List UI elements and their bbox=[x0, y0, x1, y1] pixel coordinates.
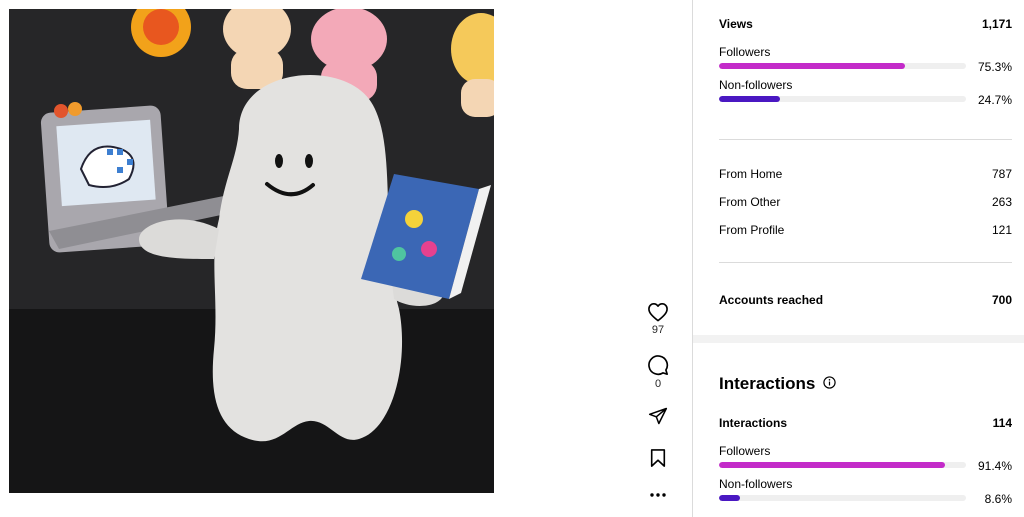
comment-button[interactable]: 0 bbox=[638, 354, 678, 390]
baby-sticker-1 bbox=[223, 9, 291, 89]
heart-icon bbox=[648, 303, 668, 322]
save-button[interactable] bbox=[638, 448, 678, 468]
insights-panel: Views 1,171 Followers 75.3% Non-follower… bbox=[693, 0, 1024, 517]
share-button[interactable] bbox=[638, 406, 678, 426]
views-nonfollowers-pct: 24.7% bbox=[977, 93, 1012, 107]
views-followers-bar bbox=[719, 63, 905, 69]
source-label: From Home bbox=[719, 167, 783, 181]
interactions-value: 114 bbox=[992, 416, 1012, 430]
source-row: From Home 787 bbox=[719, 167, 1012, 181]
info-icon[interactable] bbox=[823, 374, 837, 394]
interactions-followers-track bbox=[719, 462, 966, 468]
comment-icon bbox=[648, 355, 669, 376]
views-nonfollowers-bar bbox=[719, 96, 780, 102]
interactions-section-title: Interactions bbox=[719, 374, 837, 394]
source-label: From Profile bbox=[719, 223, 785, 237]
source-value: 263 bbox=[991, 195, 1012, 209]
interactions-followers-label: Followers bbox=[719, 444, 771, 458]
bookmark-icon bbox=[650, 449, 666, 467]
interactions-nonfollowers-pct: 8.6% bbox=[984, 492, 1012, 506]
views-label: Views bbox=[719, 17, 753, 31]
source-value: 121 bbox=[991, 223, 1012, 237]
views-followers-label: Followers bbox=[719, 45, 771, 59]
accounts-reached-label: Accounts reached bbox=[719, 293, 824, 307]
divider-1 bbox=[719, 139, 1012, 140]
like-button[interactable]: 97 bbox=[638, 302, 678, 336]
views-followers-track bbox=[719, 63, 966, 69]
comment-count: 0 bbox=[654, 378, 662, 390]
interactions-followers-bar bbox=[719, 462, 945, 468]
post-photo[interactable] bbox=[9, 9, 494, 493]
accounts-reached-value: 700 bbox=[991, 293, 1012, 307]
ghost-figurine-illustration bbox=[9, 9, 494, 493]
views-nonfollowers-label: Non-followers bbox=[719, 78, 793, 92]
interactions-nonfollowers-track bbox=[719, 495, 966, 501]
views-nonfollowers-track bbox=[719, 96, 966, 102]
more-options-button[interactable] bbox=[638, 492, 678, 498]
interactions-followers-pct: 91.4% bbox=[977, 459, 1012, 473]
views-followers-pct: 75.3% bbox=[977, 60, 1012, 74]
post-media-panel bbox=[0, 0, 625, 517]
section-separator bbox=[693, 335, 1024, 343]
interactions-nonfollowers-label: Non-followers bbox=[719, 477, 793, 491]
interactions-title-text: Interactions bbox=[719, 374, 816, 393]
source-value: 787 bbox=[991, 167, 1012, 181]
like-count: 97 bbox=[651, 324, 665, 336]
interactions-row: Interactions 114 bbox=[719, 416, 1012, 430]
divider-2 bbox=[719, 262, 1012, 263]
interactions-nonfollowers-bar bbox=[719, 495, 741, 501]
source-row: From Other 263 bbox=[719, 195, 1012, 209]
interactions-label: Interactions bbox=[719, 416, 788, 430]
more-icon bbox=[650, 493, 666, 497]
source-label: From Other bbox=[719, 195, 781, 209]
source-row: From Profile 121 bbox=[719, 223, 1012, 237]
views-value: 1,171 bbox=[981, 17, 1012, 31]
views-row: Views 1,171 bbox=[719, 17, 1012, 31]
accounts-reached-row: Accounts reached 700 bbox=[719, 293, 1012, 307]
share-icon bbox=[648, 407, 668, 425]
